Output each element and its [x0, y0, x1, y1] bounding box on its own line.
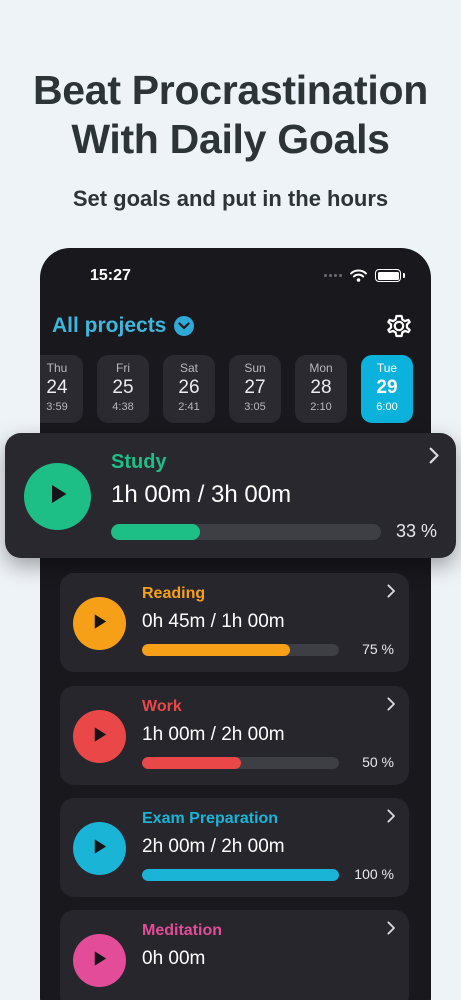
progress-bar [111, 524, 381, 540]
promo-subheadline: Set goals and put in the hours [72, 186, 389, 211]
day-time: 2:10 [310, 401, 332, 413]
project-progress-text: 0h 00m [142, 948, 206, 969]
progress-percent: 75 % [362, 641, 394, 657]
gear-icon[interactable] [383, 310, 415, 342]
status-icons [324, 269, 405, 282]
day-number: 24 [46, 377, 68, 398]
headline-line-2: With Daily Goals [71, 116, 390, 162]
project-name: Study [111, 451, 167, 473]
day-number: 26 [178, 377, 200, 398]
day-pill-sun[interactable]: Sun 27 3:05 [229, 355, 281, 423]
project-progress-text: 0h 45m / 1h 00m [142, 611, 285, 632]
project-card-exam-preparation[interactable]: Exam Preparation 2h 00m / 2h 00m 100 % [60, 798, 409, 897]
progress-percent: 33 % [395, 521, 437, 541]
day-name: Sun [244, 361, 266, 375]
project-name: Work [142, 698, 182, 715]
project-card-reading[interactable]: Reading 0h 45m / 1h 00m 75 % [60, 573, 409, 672]
promo-headline: Beat Procrastination With Daily Goals [0, 66, 461, 164]
chevron-right-icon [387, 809, 395, 828]
play-button[interactable] [73, 710, 126, 763]
progress-bar [142, 644, 339, 656]
headline-line-1: Beat Procrastination [33, 67, 428, 113]
project-progress-text: 2h 00m / 2h 00m [142, 836, 285, 857]
play-icon [90, 612, 109, 636]
play-icon [90, 837, 109, 861]
day-time: 3:59 [46, 401, 68, 413]
play-icon [90, 949, 109, 973]
play-icon [46, 482, 70, 511]
project-selector-title: All projects [52, 314, 167, 337]
day-name: Thu [46, 361, 68, 375]
play-button[interactable] [24, 463, 91, 530]
day-pill-fri[interactable]: Fri 25 4:38 [97, 355, 149, 423]
signal-dots-icon [324, 274, 342, 277]
project-card-work[interactable]: Work 1h 00m / 2h 00m 50 % [60, 686, 409, 785]
project-card-study[interactable]: Study 1h 00m / 3h 00m 33 % [5, 433, 456, 558]
wifi-icon [350, 269, 367, 282]
day-selector: Thu 24 3:59 Fri 25 4:38 Sat 26 2:41 Sun 27 3:05 Mon 2… [40, 355, 413, 423]
day-time: 4:38 [112, 401, 134, 413]
day-time: 2:41 [178, 401, 200, 413]
day-pill-tue[interactable]: Tue 29 6:00 [361, 355, 413, 423]
chevron-down-icon [174, 316, 195, 336]
progress-bar-fill [142, 644, 290, 656]
play-icon [90, 725, 109, 749]
day-pill-mon[interactable]: Mon 28 2:10 [295, 355, 347, 423]
chevron-right-icon [387, 921, 395, 940]
day-number: 28 [310, 377, 332, 398]
project-card-meditation[interactable]: Meditation 0h 00m [60, 910, 409, 1000]
project-name: Exam Preparation [142, 810, 279, 827]
progress-bar [142, 757, 339, 769]
day-pill-thu[interactable]: Thu 24 3:59 [40, 355, 83, 423]
chevron-right-icon [387, 584, 395, 603]
project-progress-text: 1h 00m / 2h 00m [142, 724, 285, 745]
progress-bar [142, 869, 339, 881]
day-name: Tue [376, 361, 398, 375]
day-time: 3:05 [244, 401, 266, 413]
project-selector[interactable]: All projects [52, 314, 195, 338]
day-pill-sat[interactable]: Sat 26 2:41 [163, 355, 215, 423]
day-number: 29 [376, 377, 398, 398]
chevron-right-icon [429, 447, 439, 469]
progress-percent: 50 % [362, 754, 394, 770]
progress-bar-fill [111, 524, 201, 540]
status-time: 15:27 [90, 267, 131, 284]
battery-tip [403, 273, 405, 278]
day-number: 27 [244, 377, 266, 398]
play-button[interactable] [73, 934, 126, 987]
project-name: Reading [142, 585, 206, 602]
play-button[interactable] [73, 597, 126, 650]
day-name: Mon [309, 361, 333, 375]
day-time: 6:00 [376, 401, 398, 413]
day-name: Sat [179, 361, 198, 375]
chevron-right-icon [387, 697, 395, 716]
play-button[interactable] [73, 822, 126, 875]
status-bar: 15:27 [90, 265, 405, 289]
day-name: Fri [116, 361, 130, 375]
progress-bar-fill [142, 757, 241, 769]
day-number: 25 [112, 377, 134, 398]
progress-percent: 100 % [354, 866, 394, 882]
progress-bar-fill [142, 869, 339, 881]
battery-icon [375, 269, 401, 282]
project-name: Meditation [142, 922, 222, 939]
project-progress-text: 1h 00m / 3h 00m [111, 481, 292, 508]
